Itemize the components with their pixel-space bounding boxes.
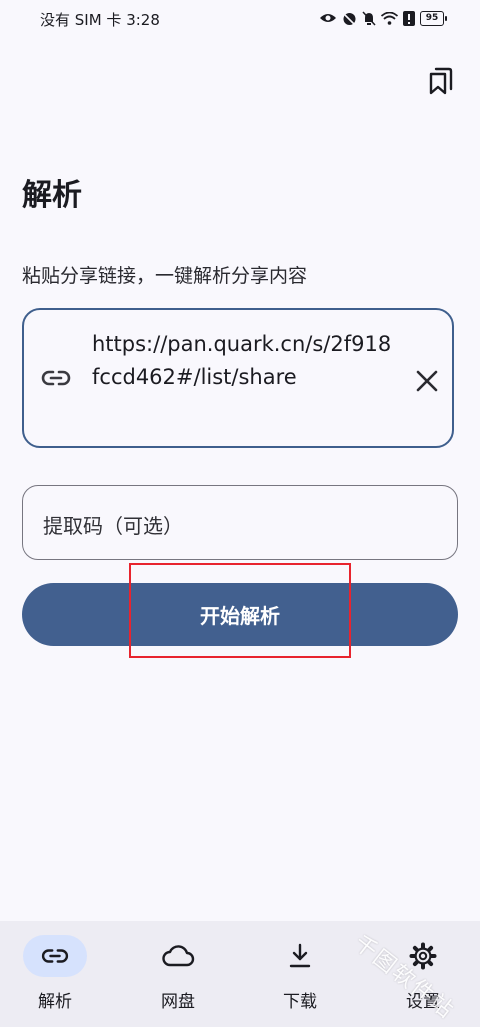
link-icon <box>41 370 71 386</box>
nav-item-parse[interactable]: 解析 <box>5 921 105 1027</box>
close-icon[interactable] <box>414 368 440 394</box>
highlight-annotation <box>129 563 351 658</box>
nav-item-download[interactable]: 下载 <box>250 921 350 1027</box>
share-link-input[interactable]: https://pan.quark.cn/s/2f918fccd462#/lis… <box>22 308 454 448</box>
extraction-code-placeholder: 提取码（可选） <box>43 514 183 538</box>
share-link-value[interactable]: https://pan.quark.cn/s/2f918fccd462#/lis… <box>92 328 392 394</box>
status-carrier-time: 没有 SIM 卡 3:28 <box>40 11 160 29</box>
link-icon <box>41 949 69 963</box>
extraction-code-input[interactable]: 提取码（可选） <box>22 485 458 560</box>
status-icons: 95 <box>319 9 447 27</box>
status-bar: 没有 SIM 卡 3:28 95 <box>0 0 480 36</box>
battery-icon: 95 <box>420 10 447 26</box>
wifi-icon <box>381 11 398 25</box>
nav-item-cloud[interactable]: 网盘 <box>128 921 228 1027</box>
bookmark-button[interactable] <box>424 62 458 98</box>
nav-label-parse: 解析 <box>38 992 72 1012</box>
alert-icon <box>403 10 415 26</box>
alarm-icon <box>343 12 356 25</box>
cloud-icon <box>162 945 195 967</box>
nav-label-cloud: 网盘 <box>161 992 195 1012</box>
download-icon <box>289 943 311 968</box>
bookmark-icon <box>429 67 453 95</box>
page-title: 解析 <box>22 178 82 213</box>
nav-label-download: 下载 <box>283 992 317 1012</box>
eye-icon <box>320 14 336 22</box>
mute-icon <box>362 10 376 26</box>
page-subtitle: 粘贴分享链接，一键解析分享内容 <box>22 265 308 287</box>
